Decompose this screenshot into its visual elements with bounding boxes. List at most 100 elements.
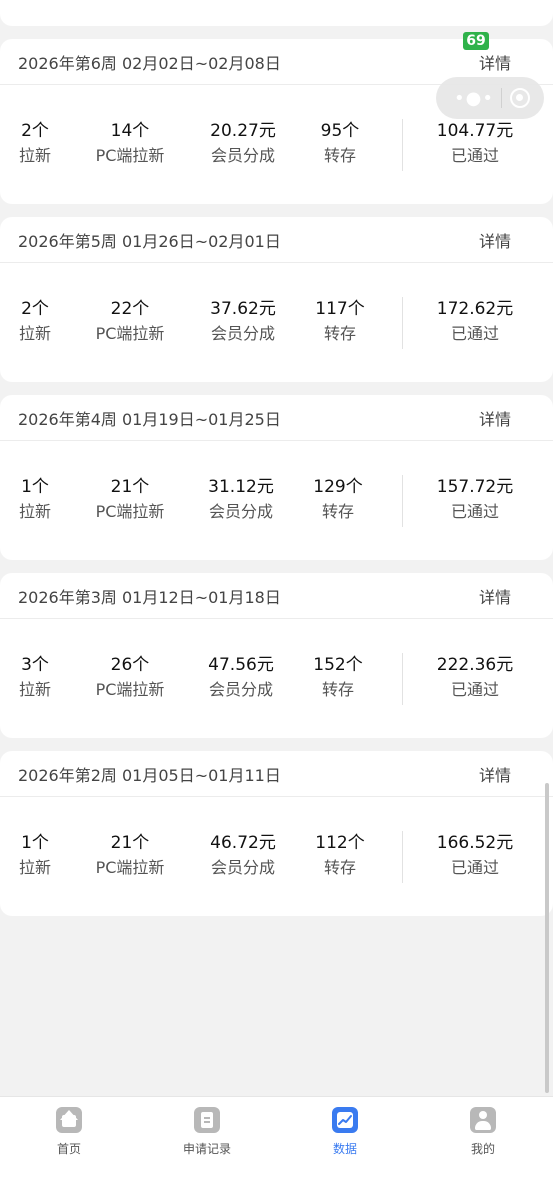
tab-mine[interactable]: 我的: [438, 1107, 528, 1157]
miniprogram-capsule[interactable]: •●•: [436, 77, 544, 119]
stat-value: 166.52元: [436, 833, 514, 853]
close-miniprogram-icon[interactable]: [509, 88, 530, 108]
stat-value: 22个: [110, 299, 150, 319]
stat-value: 1个: [21, 833, 49, 853]
week-card-4: 2026年第4周 01月19日~01月25日 详情 1个 拉新 21个 PC端拉新 …: [0, 395, 553, 560]
stat-label: 已通过: [450, 324, 500, 343]
tab-label: 数据: [332, 1142, 357, 1156]
stat-member-share: 20.27元 会员分成: [210, 119, 276, 169]
detail-link[interactable]: 详情: [479, 406, 511, 430]
detail-link[interactable]: 详情: [479, 762, 511, 786]
stat-new-users: 1个拉新: [19, 831, 51, 881]
document-icon: [194, 1107, 220, 1133]
home-icon: [56, 1107, 82, 1133]
more-icon[interactable]: •●•: [454, 88, 494, 109]
bottom-tab-bar: 首页 申请记录 数据 我的: [0, 1096, 553, 1200]
stat-value: 20.27元: [210, 121, 276, 141]
stat-label: 拉新: [18, 324, 52, 343]
week-card-header: 2026年第3周 01月12日~01月18日 详情: [0, 573, 553, 619]
week-card-6: 2026年第6周 02月02日~02月08日 详情 2个 拉新 14个 PC端拉新 …: [0, 39, 553, 204]
stat-value: 2个: [21, 299, 49, 319]
stat-approved: 166.52元 已通过: [437, 831, 513, 881]
tab-data[interactable]: 数据: [300, 1107, 390, 1157]
week-title: 2026年第2周 01月05日~01月11日: [18, 765, 281, 785]
tab-label: 首页: [56, 1142, 81, 1156]
week-card-3: 2026年第3周 01月12日~01月18日 详情 3个 拉新 26个 PC端拉新 …: [0, 573, 553, 738]
stat-divider: [402, 297, 403, 349]
week-card-header: 2026年第4周 01月19日~01月25日 详情: [0, 395, 553, 441]
stat-label: 已通过: [450, 858, 500, 877]
stat-value: 112个: [315, 833, 365, 853]
stat-pc-new-users: 22个 PC端拉新: [96, 297, 165, 347]
stat-label: PC端拉新: [95, 146, 165, 165]
detail-link[interactable]: 详情: [479, 584, 511, 608]
detail-link[interactable]: 详情: [479, 50, 511, 74]
week-card-2: 2026年第2周 01月05日~01月11日 详情 1个拉新 21个 PC端拉新 …: [0, 751, 553, 916]
week-stats: 3个 拉新 26个 PC端拉新 47.56元 会员分成 152个转存 222.36元已…: [0, 619, 553, 738]
stat-approved: 172.62元 已通过: [437, 297, 513, 347]
stat-label: PC端拉新: [95, 680, 165, 699]
chart-icon: [332, 1107, 358, 1133]
stat-label: 转存: [323, 324, 357, 343]
stat-value: 104.77元: [436, 121, 514, 141]
stat-label: 会员分成: [210, 324, 276, 343]
stat-transfers: 129个转存: [313, 475, 362, 525]
stat-label: 转存: [321, 680, 355, 699]
stat-label: 拉新: [18, 858, 52, 877]
stat-new-users: 3个 拉新: [19, 653, 51, 703]
week-stats: 1个拉新 21个 PC端拉新 46.72元 会员分成 112个 转存 166.52元已…: [0, 797, 553, 916]
stat-label: 转存: [323, 146, 357, 165]
week-card-5: 2026年第5周 01月26日~02月01日 详情 2个 拉新 22个 PC端拉新 …: [0, 217, 553, 382]
stat-label: 会员分成: [208, 502, 274, 521]
detail-link[interactable]: 详情: [479, 228, 511, 252]
stat-value: 222.36元: [436, 655, 514, 675]
stat-label: PC端拉新: [95, 502, 165, 521]
tab-home[interactable]: 首页: [24, 1107, 114, 1157]
stat-value: 152个: [313, 655, 363, 675]
stat-member-share: 31.12元 会员分成: [208, 475, 274, 525]
stat-divider: [402, 119, 403, 171]
stat-member-share: 47.56元 会员分成: [208, 653, 274, 703]
tab-label: 我的: [470, 1142, 495, 1156]
stat-pc-new-users: 14个 PC端拉新: [96, 119, 165, 169]
stat-value: 47.56元: [208, 655, 274, 675]
stat-value: 157.72元: [436, 477, 514, 497]
stat-value: 129个: [313, 477, 363, 497]
stat-value: 46.72元: [210, 833, 276, 853]
stat-transfers: 112个 转存: [315, 831, 364, 881]
top-strip: [0, 0, 553, 26]
week-card-header: 2026年第5周 01月26日~02月01日 详情: [0, 217, 553, 263]
stat-value: 1个: [21, 477, 49, 497]
stat-new-users: 2个拉新: [19, 297, 51, 347]
week-stats: 1个 拉新 21个 PC端拉新 31.12元 会员分成 129个 转存 157.72元已…: [0, 441, 553, 560]
stat-label: 转存: [321, 502, 355, 521]
stat-label: 已通过: [450, 680, 500, 699]
stat-divider: [402, 653, 403, 705]
capsule-divider: [501, 88, 503, 108]
stat-new-users: 1个拉新: [19, 475, 51, 525]
stat-label: 会员分成: [210, 858, 276, 877]
stat-member-share: 46.72元 会员分成: [210, 831, 276, 881]
stat-approved: 157.72元 已通过: [437, 475, 513, 525]
stat-label: 拉新: [18, 680, 52, 699]
week-title: 2026年第4周 01月19日~01月25日: [18, 409, 281, 429]
week-card-header: 2026年第2周 01月05日~01月11日 详情: [0, 751, 553, 797]
stat-transfers: 95个转存: [321, 119, 360, 169]
stat-value: 26个: [110, 655, 150, 675]
tab-application-records[interactable]: 申请记录: [162, 1107, 252, 1157]
week-title: 2026年第3周 01月12日~01月18日: [18, 587, 281, 607]
stat-value: 21个: [110, 833, 150, 853]
stat-value: 172.62元: [436, 299, 514, 319]
stat-value: 95个: [320, 121, 360, 141]
stat-pc-new-users: 26个 PC端拉新: [96, 653, 165, 703]
stat-divider: [402, 831, 403, 883]
stat-label: 拉新: [18, 502, 52, 521]
stat-label: PC端拉新: [95, 858, 165, 877]
previous-card-edge: [0, 0, 553, 26]
stat-value: 2个: [21, 121, 49, 141]
week-title: 2026年第5周 01月26日~02月01日: [18, 231, 281, 251]
scrollbar[interactable]: [545, 783, 549, 1093]
stat-label: 会员分成: [210, 146, 276, 165]
stat-divider: [402, 475, 403, 527]
stat-member-share: 37.62元 会员分成: [210, 297, 276, 347]
